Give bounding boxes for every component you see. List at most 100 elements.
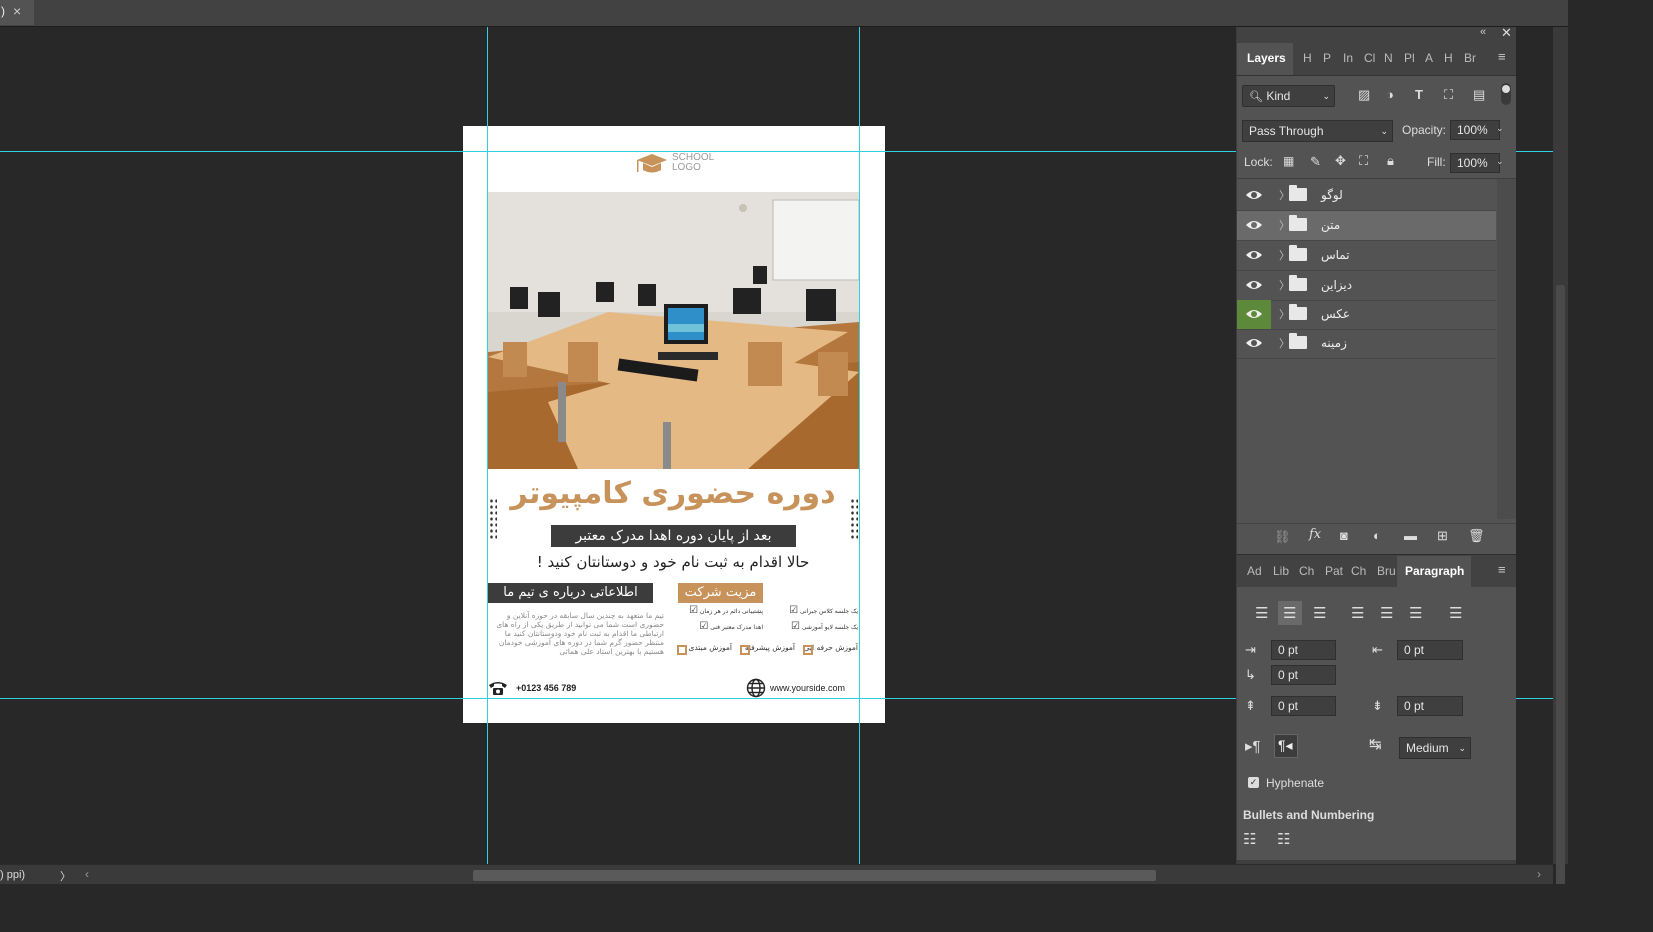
scrollbar-thumb[interactable] — [1556, 285, 1565, 885]
lock-all-icon[interactable]: 🔒︎ — [1387, 153, 1394, 169]
fill-dropdown-icon[interactable]: ⌄ — [1496, 156, 1504, 167]
tab-layers[interactable]: Layers — [1237, 43, 1293, 75]
opacity-label: Opacity: — [1402, 123, 1447, 137]
tab-character[interactable]: Ch — [1299, 564, 1314, 578]
rtl-direction-button[interactable]: ¶◂ — [1274, 734, 1298, 758]
horizontal-scrollbar-thumb[interactable] — [473, 870, 1156, 881]
tab-p[interactable]: P — [1323, 51, 1331, 65]
status-menu-arrow-icon[interactable]: 〉 — [60, 868, 71, 884]
layer-row[interactable]: 〉 عکس — [1237, 300, 1496, 330]
justify-right-icon[interactable]: ☰ — [1409, 604, 1422, 622]
indent-first-line-input[interactable]: 0 pt — [1271, 665, 1336, 685]
poster-document[interactable]: SCHOOL LOGO دوره حضوری کامپیوتر بعد از پ… — [463, 126, 885, 723]
filter-smart-object-icon[interactable]: ▤ — [1473, 87, 1485, 103]
tab-clone[interactable]: Cl — [1364, 51, 1375, 65]
folder-icon — [1289, 215, 1307, 231]
filter-type-icon[interactable]: T — [1415, 87, 1423, 102]
layer-row-selected[interactable]: 〉 متن — [1237, 211, 1496, 241]
scroll-right-icon[interactable]: › — [1537, 867, 1541, 881]
tab-history[interactable]: H — [1303, 51, 1312, 65]
vertical-scrollbar[interactable] — [1553, 27, 1568, 885]
new-layer-icon[interactable]: ⊞ — [1437, 528, 1448, 544]
delete-layer-icon[interactable]: 🗑︎ — [1468, 528, 1485, 544]
add-mask-icon[interactable]: ◙ — [1340, 528, 1348, 543]
layer-name: عکس — [1321, 307, 1351, 321]
indent-right-input[interactable]: 0 pt — [1397, 640, 1463, 660]
tab-navigator[interactable]: N — [1384, 51, 1393, 65]
collapse-panel-icon[interactable]: « — [1480, 26, 1486, 38]
folder-icon — [1289, 304, 1307, 320]
filter-pixel-icon[interactable]: ▨ — [1358, 87, 1370, 103]
align-right-icon[interactable]: ☰ — [1313, 604, 1326, 622]
visibility-eye-icon[interactable] — [1245, 189, 1263, 201]
opacity-dropdown-icon[interactable]: ⌄ — [1496, 123, 1504, 134]
space-before-input[interactable]: 0 pt — [1271, 696, 1336, 716]
layer-row[interactable]: 〉 تماس — [1237, 241, 1496, 271]
folder-icon — [1289, 245, 1307, 261]
lock-position-icon[interactable]: ✥ — [1335, 153, 1346, 169]
tab-plugins[interactable]: Pl — [1404, 51, 1415, 65]
lock-transparent-icon[interactable]: ▦ — [1283, 154, 1294, 168]
guide-vertical-right[interactable] — [859, 27, 860, 864]
opacity-input[interactable]: 100% — [1450, 120, 1500, 140]
fill-input[interactable]: 100% — [1450, 153, 1500, 173]
bulleted-list-icon[interactable]: ☷ — [1243, 830, 1256, 848]
ltr-direction-icon[interactable]: ▸¶ — [1245, 737, 1261, 755]
tab-brushes[interactable]: Br — [1464, 51, 1476, 65]
guide-horizontal-bottom[interactable] — [0, 698, 1236, 699]
visibility-eye-icon[interactable] — [1245, 337, 1263, 349]
justify-left-icon[interactable]: ☰ — [1351, 604, 1364, 622]
scroll-left-icon[interactable]: ‹ — [85, 867, 89, 881]
panel-menu-icon[interactable]: ≡ — [1498, 49, 1506, 64]
filter-shape-icon[interactable]: ⛶ — [1444, 87, 1453, 103]
tab-actions[interactable]: A — [1425, 51, 1433, 65]
tab-paths[interactable]: Pat — [1325, 564, 1343, 578]
visibility-eye-icon[interactable] — [1245, 308, 1263, 320]
paragraph-menu-icon[interactable]: ≡ — [1498, 562, 1506, 577]
tab-brush[interactable]: Bru — [1377, 564, 1396, 578]
filter-adjustment-icon[interactable]: ◑ — [1386, 87, 1394, 102]
close-panel-icon[interactable]: ✕ — [1501, 25, 1512, 41]
tab-adjustments[interactable]: Ad — [1247, 564, 1262, 578]
adjustment-layer-icon[interactable]: ◐ — [1373, 528, 1381, 543]
filter-toggle[interactable] — [1501, 83, 1511, 105]
indent-left-input[interactable]: 0 pt — [1271, 640, 1336, 660]
new-group-icon[interactable]: ▬ — [1404, 528, 1417, 543]
numbered-list-icon[interactable]: ☷ — [1277, 830, 1290, 848]
layer-row[interactable]: 〉 لوگو — [1237, 181, 1496, 211]
layers-scrollbar[interactable] — [1497, 179, 1516, 519]
layer-row[interactable]: 〉 زمینه — [1237, 329, 1496, 359]
justify-center-icon[interactable]: ☰ — [1380, 604, 1393, 622]
guide-horizontal-top-right — [1515, 151, 1553, 152]
fx-icon[interactable]: fx — [1309, 527, 1321, 542]
close-icon[interactable]: × — [13, 0, 21, 22]
logo-text-line2: LOGO — [672, 162, 701, 173]
visibility-eye-icon[interactable] — [1245, 279, 1263, 291]
layer-name: زمینه — [1321, 336, 1347, 350]
blend-mode-select[interactable]: Pass Through ⌄ — [1242, 120, 1393, 142]
tab-h2[interactable]: H — [1444, 51, 1453, 65]
layer-row[interactable]: 〉 دیزاین — [1237, 271, 1496, 301]
justify-all-icon[interactable]: ☰ — [1449, 604, 1462, 622]
align-left-icon[interactable]: ☰ — [1255, 604, 1268, 622]
filter-kind-select[interactable]: 🔍︎ Kind ⌄ — [1242, 85, 1335, 107]
tab-paragraph[interactable]: Paragraph — [1397, 556, 1471, 587]
visibility-eye-icon[interactable] — [1245, 249, 1263, 261]
visibility-eye-icon[interactable] — [1245, 219, 1263, 231]
document-tab[interactable]: ) × — [0, 0, 34, 25]
justification-select[interactable]: Medium ⌄ — [1399, 737, 1471, 759]
lock-artboard-icon[interactable]: ⛶ — [1359, 153, 1368, 169]
space-after-input[interactable]: 0 pt — [1397, 696, 1463, 716]
align-center-icon[interactable]: ☰ — [1283, 604, 1296, 622]
tab-info[interactable]: In — [1343, 51, 1353, 65]
benefit-item: پشتیبانی دائم در هر زمان ☑ — [689, 605, 763, 616]
guide-horizontal-top[interactable] — [0, 151, 1236, 152]
globe-icon — [746, 678, 766, 698]
guide-vertical-left[interactable] — [487, 27, 488, 864]
tab-libraries[interactable]: Lib — [1273, 564, 1289, 578]
hyphenate-checkbox[interactable]: ✓ — [1248, 777, 1259, 788]
lock-brush-icon[interactable]: ✎ — [1310, 154, 1321, 170]
tab-channels[interactable]: Ch — [1351, 564, 1366, 578]
link-layers-icon[interactable]: ⛓ — [1274, 529, 1291, 545]
level-item: آموزش پیشرفته — [740, 643, 795, 655]
